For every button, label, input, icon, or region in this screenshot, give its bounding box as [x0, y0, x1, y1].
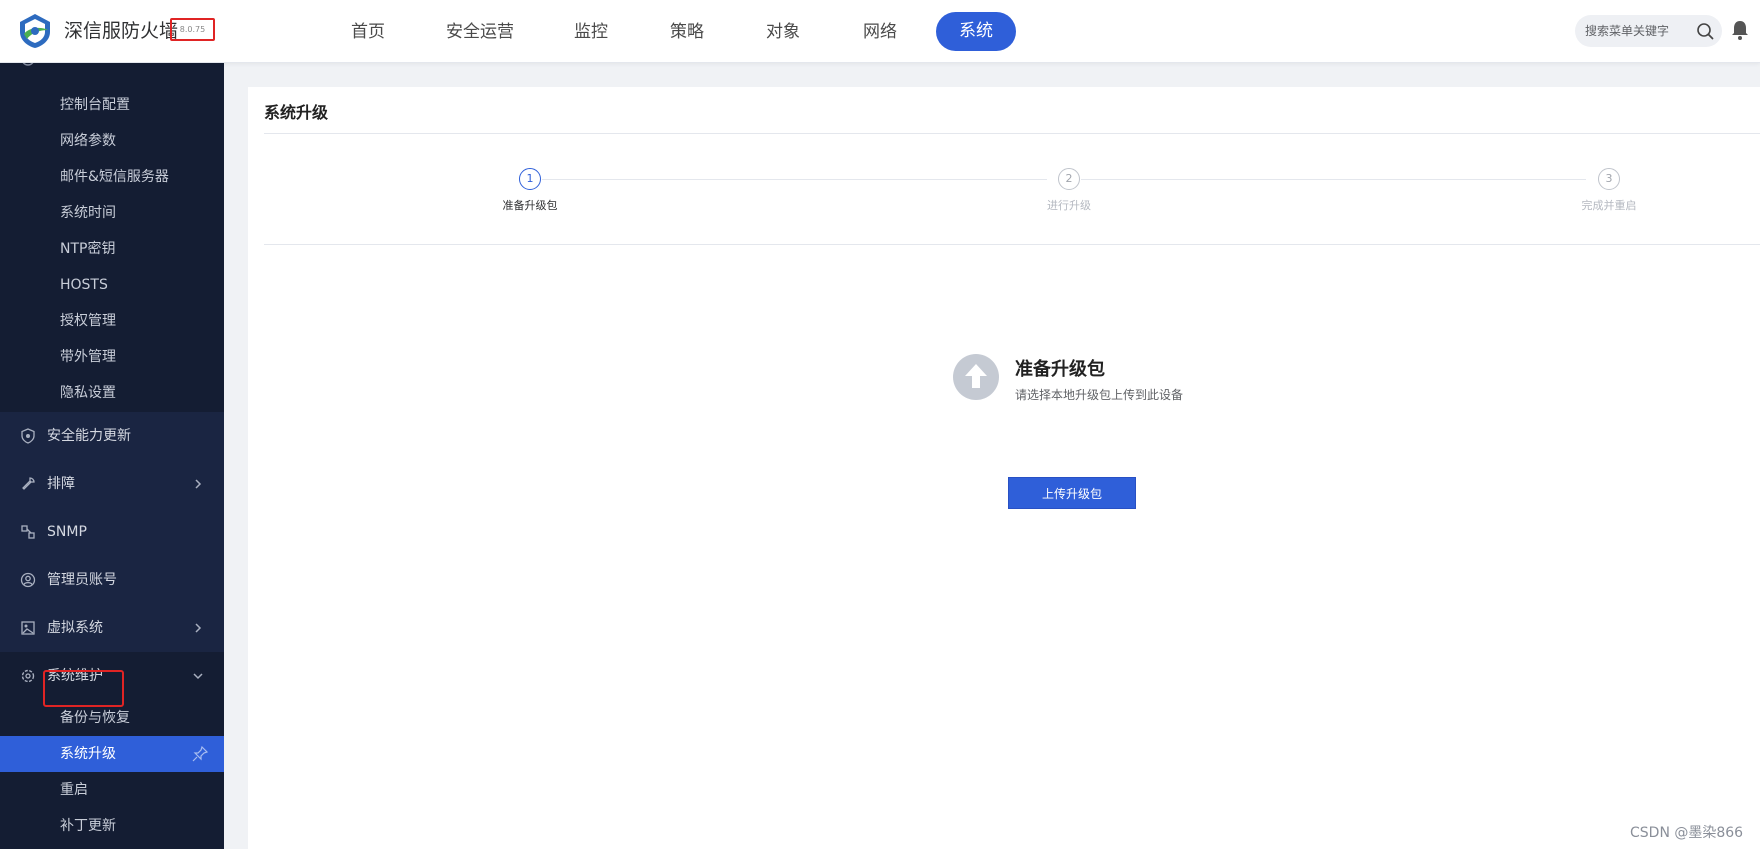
steps-divider — [264, 244, 1760, 245]
sidebar-group-label: 安全能力更新 — [47, 428, 131, 444]
gear-icon — [21, 669, 35, 683]
top-navigation-bar: 深信服防火墙 8.0.75 首页 安全运营 监控 策略 对象 网络 系统 搜索菜… — [0, 0, 1760, 63]
sidebar-item-out-of-band[interactable]: 带外管理 — [0, 339, 224, 375]
step-connector — [1081, 179, 1586, 180]
nav-object[interactable]: 对象 — [765, 16, 801, 48]
sidebar-item-console-config[interactable]: 控制台配置 — [0, 87, 224, 123]
sidebar-item-label: 系统升级 — [60, 746, 116, 762]
shield-icon — [21, 428, 35, 444]
upload-arrow-icon — [953, 354, 999, 400]
search-placeholder: 搜索菜单关键字 — [1585, 24, 1670, 38]
sidebar-item-license[interactable]: 授权管理 — [0, 303, 224, 339]
sidebar-item-reboot[interactable]: 重启 — [0, 772, 224, 808]
search-icon[interactable] — [1696, 22, 1714, 40]
chevron-down-icon — [193, 673, 203, 680]
prepare-package-title: 准备升级包 — [1015, 359, 1105, 380]
annotation-highlight-box — [43, 670, 124, 707]
step-3-label: 完成并重启 — [1581, 199, 1637, 212]
step-2-indicator: 2 — [1058, 168, 1080, 190]
network-node-icon — [21, 525, 35, 539]
chevron-right-icon — [195, 623, 202, 633]
chevron-down-icon — [192, 63, 204, 65]
title-divider — [264, 133, 1760, 134]
sidebar-group-label: 虚拟系统 — [47, 620, 103, 636]
sidebar-item-mail-sms-server[interactable]: 邮件&短信服务器 — [0, 159, 224, 195]
nav-policy[interactable]: 策略 — [669, 16, 705, 48]
nav-home[interactable]: 首页 — [348, 16, 388, 48]
virtual-system-icon — [21, 621, 35, 635]
gear-icon — [22, 63, 34, 66]
sidebar-item-hosts[interactable]: HOSTS — [0, 267, 224, 303]
sidebar-group-snmp[interactable]: SNMP — [0, 508, 224, 556]
sidebar-item-network-params[interactable]: 网络参数 — [0, 123, 224, 159]
nav-network[interactable]: 网络 — [862, 16, 898, 48]
sidebar-group-label: SNMP — [47, 524, 87, 540]
step-connector — [542, 179, 1047, 180]
upload-package-button[interactable]: 上传升级包 — [1008, 477, 1136, 509]
sidebar-group-general-settings-partial — [0, 63, 224, 73]
sidebar-group-virtual-system[interactable]: 虚拟系统 — [0, 604, 224, 652]
sidebar-group-admin-account[interactable]: 管理员账号 — [0, 556, 224, 604]
step-1-indicator: 1 — [519, 168, 541, 190]
nav-security-operations[interactable]: 安全运营 — [446, 16, 514, 48]
sidebar-item-system-time[interactable]: 系统时间 — [0, 195, 224, 231]
brand-name: 深信服防火墙 — [64, 20, 179, 42]
sidebar-item-patch-update[interactable]: 补丁更新 — [0, 808, 224, 844]
nav-system[interactable]: 系统 — [936, 12, 1016, 51]
step-2-label: 进行升级 — [1047, 199, 1091, 212]
sidebar-item-privacy[interactable]: 隐私设置 — [0, 375, 224, 411]
menu-search-input[interactable]: 搜索菜单关键字 — [1575, 15, 1722, 47]
sidebar: 控制台配置 网络参数 邮件&短信服务器 系统时间 NTP密钥 HOSTS 授权管… — [0, 63, 224, 849]
sidebar-item-system-upgrade[interactable]: 系统升级 — [0, 736, 224, 772]
sidebar-group-label: 排障 — [47, 476, 75, 492]
chevron-right-icon — [195, 479, 202, 489]
watermark: CSDN @墨染866 — [1630, 825, 1744, 841]
step-1-label: 准备升级包 — [502, 199, 558, 212]
sidebar-group-security-update[interactable]: 安全能力更新 — [0, 412, 224, 460]
sidebar-item-ntp-key[interactable]: NTP密钥 — [0, 231, 224, 267]
page-title: 系统升级 — [264, 103, 329, 122]
main-panel: 系统升级 1 准备升级包 2 进行升级 3 完成并重启 准备升级包 请选择本地升… — [248, 87, 1760, 849]
step-3-indicator: 3 — [1598, 168, 1620, 190]
user-circle-icon — [20, 572, 36, 588]
sidebar-group-label: 管理员账号 — [47, 572, 117, 588]
version-badge: 8.0.75 — [170, 18, 215, 41]
prepare-package-description: 请选择本地升级包上传到此设备 — [1015, 388, 1184, 402]
wrench-icon — [22, 477, 35, 490]
bell-icon[interactable] — [1731, 20, 1749, 40]
nav-monitor[interactable]: 监控 — [573, 16, 609, 48]
sidebar-group-troubleshoot[interactable]: 排障 — [0, 460, 224, 508]
sangfor-logo-icon — [20, 14, 50, 48]
pin-icon[interactable] — [192, 746, 208, 762]
